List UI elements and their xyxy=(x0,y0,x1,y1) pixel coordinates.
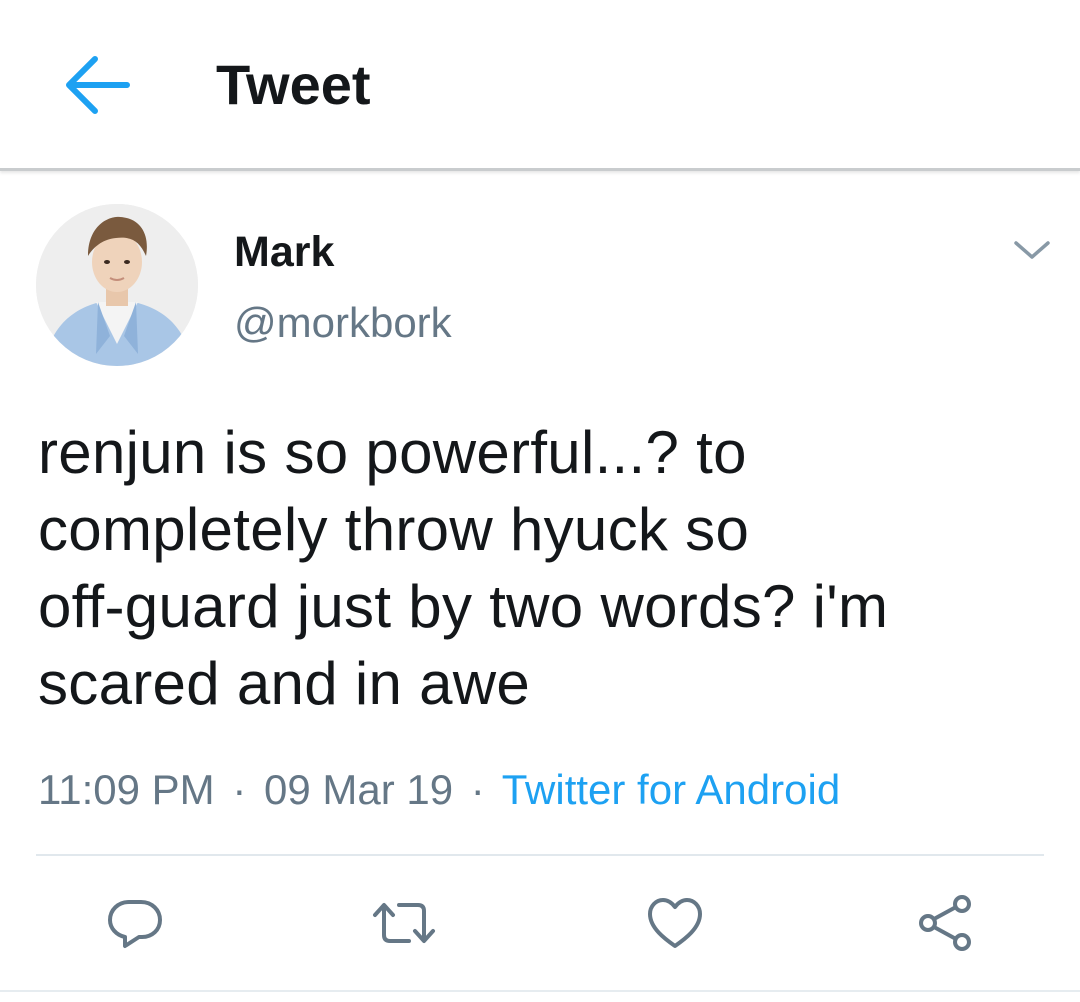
tweet-text-line: renjun is so powerful...? to xyxy=(38,419,747,486)
tweet-text-line: off-guard just by two words? i'm xyxy=(38,573,889,640)
tweet-time: 11:09 PM xyxy=(38,766,215,813)
heart-icon xyxy=(648,898,702,948)
tweet-date: 09 Mar 19 xyxy=(264,766,454,813)
arrow-left-icon xyxy=(66,56,130,114)
retweet-button[interactable] xyxy=(369,888,439,958)
tweet-text: renjun is so powerful...? to completely … xyxy=(38,414,1038,722)
divider xyxy=(36,854,1044,856)
page-title: Tweet xyxy=(216,53,371,116)
share-icon xyxy=(919,895,971,951)
tweet-source-link[interactable]: Twitter for Android xyxy=(502,766,840,813)
author-handle[interactable]: @morkbork xyxy=(234,297,452,349)
tweet-text-line: completely throw hyuck so xyxy=(38,496,750,563)
like-button[interactable] xyxy=(640,888,710,958)
divider xyxy=(0,990,1080,992)
avatar-image xyxy=(36,204,198,366)
meta-separator: · xyxy=(232,766,247,813)
tweet-text-line: scared and in awe xyxy=(38,650,531,717)
share-button[interactable] xyxy=(910,888,980,958)
reply-button[interactable] xyxy=(100,888,170,958)
reply-bubble-icon xyxy=(108,900,162,948)
back-button[interactable] xyxy=(56,50,136,120)
tweet-menu-button[interactable] xyxy=(1008,228,1056,272)
top-app-bar: Tweet xyxy=(0,0,1080,171)
author-display-name[interactable]: Mark xyxy=(234,226,334,278)
avatar[interactable] xyxy=(36,204,198,366)
tweet-meta: 11:09 PM · 09 Mar 19 · Twitter for Andro… xyxy=(38,764,840,816)
meta-separator: · xyxy=(470,766,485,813)
retweet-icon xyxy=(373,903,435,943)
chevron-down-icon xyxy=(1014,241,1050,259)
